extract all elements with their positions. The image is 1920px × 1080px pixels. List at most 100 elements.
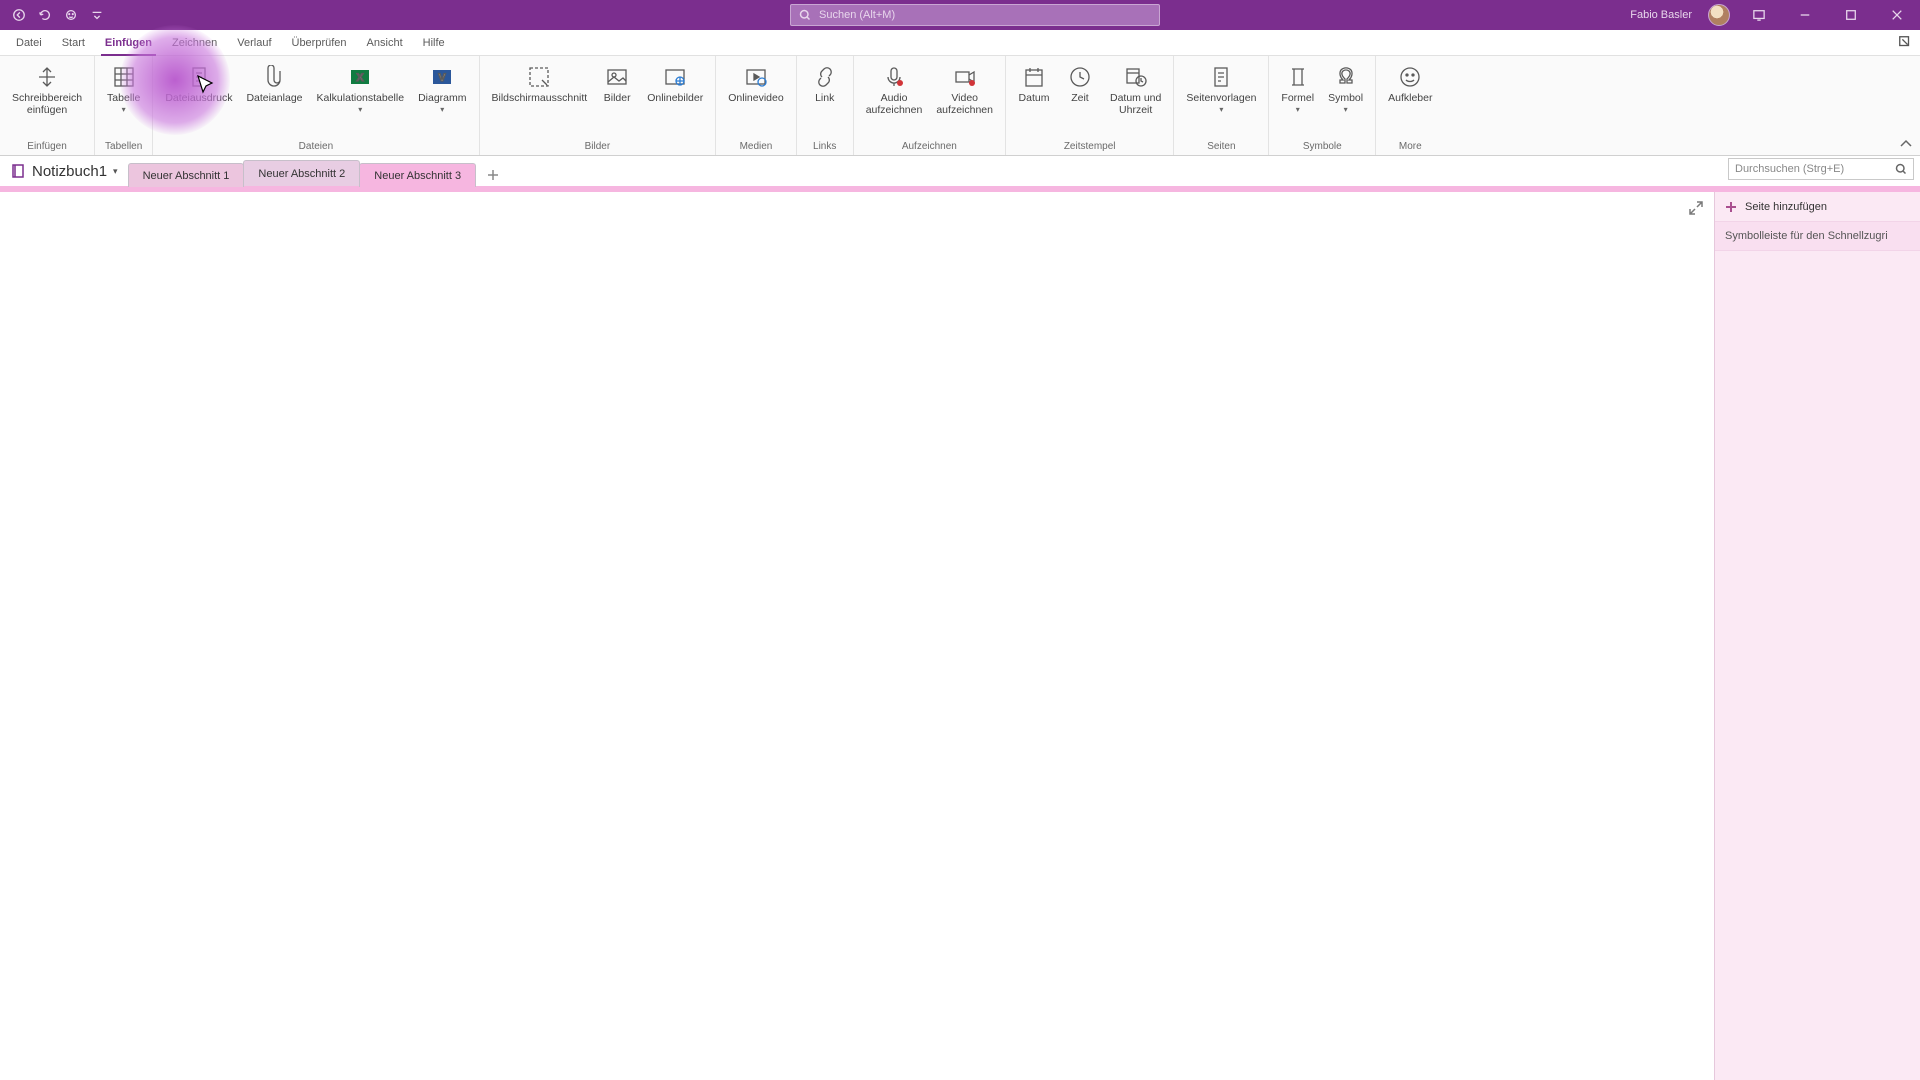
- svg-text:V: V: [439, 72, 447, 84]
- section-bar: Notizbuch1 ▾ Neuer Abschnitt 1 Neuer Abs…: [0, 156, 1920, 186]
- chevron-down-icon: ▾: [1296, 105, 1300, 114]
- group-tabellen: Tabelle ▾ Tabellen: [95, 56, 153, 155]
- video-record-icon: [952, 64, 978, 90]
- main-area: Seite hinzufügen Symbolleiste für den Sc…: [0, 192, 1920, 1080]
- btn-zeit[interactable]: Zeit: [1058, 60, 1102, 104]
- group-einfuegen: Schreibbereich einfügen Einfügen: [0, 56, 95, 155]
- notebook-icon: [10, 163, 26, 179]
- chevron-down-icon: ▾: [440, 105, 444, 114]
- expand-icon[interactable]: [1688, 200, 1704, 216]
- page-item[interactable]: Symbolleiste für den Schnellzugri: [1715, 222, 1920, 251]
- chevron-down-icon: ▾: [1219, 105, 1223, 114]
- chevron-down-icon: ▾: [113, 166, 118, 177]
- btn-bilder[interactable]: Bilder: [595, 60, 639, 104]
- ribbon: Schreibbereich einfügen Einfügen Tabelle…: [0, 56, 1920, 156]
- file-printout-icon: [186, 64, 212, 90]
- user-avatar[interactable]: [1708, 4, 1730, 26]
- btn-video-aufzeichnen[interactable]: Video aufzeichnen: [930, 60, 999, 116]
- group-zeitstempel: Datum Zeit Datum und Uhrzeit Zeitstempel: [1006, 56, 1174, 155]
- btn-tabelle[interactable]: Tabelle ▾: [101, 60, 146, 114]
- plus-icon: [1725, 201, 1737, 213]
- btn-formel[interactable]: Formel ▾: [1275, 60, 1320, 114]
- page-list-panel: Seite hinzufügen Symbolleiste für den Sc…: [1714, 192, 1920, 1080]
- tab-start[interactable]: Start: [52, 30, 95, 56]
- tab-verlauf[interactable]: Verlauf: [227, 30, 281, 56]
- search-placeholder: Suchen (Alt+M): [819, 9, 895, 21]
- search-icon: [799, 9, 811, 21]
- picture-icon: [604, 64, 630, 90]
- title-right-controls: Fabio Basler: [1630, 0, 1920, 30]
- sticker-icon: [1397, 64, 1423, 90]
- collapse-ribbon-icon[interactable]: [1898, 136, 1914, 152]
- page-canvas[interactable]: [0, 192, 1714, 1080]
- section-tab-1[interactable]: Neuer Abschnitt 1: [128, 163, 245, 187]
- tab-ueberpruefen[interactable]: Überprüfen: [282, 30, 357, 56]
- insert-space-icon: [34, 64, 60, 90]
- btn-onlinebilder[interactable]: Onlinebilder: [641, 60, 709, 104]
- section-tab-2[interactable]: Neuer Abschnitt 2: [243, 160, 360, 186]
- undo-icon[interactable]: [36, 6, 54, 24]
- btn-seitenvorlagen[interactable]: Seitenvorlagen ▾: [1180, 60, 1262, 114]
- page-template-icon: [1208, 64, 1234, 90]
- chevron-down-icon: ▾: [122, 105, 126, 114]
- touch-icon[interactable]: [62, 6, 80, 24]
- group-bilder: Bildschirmausschnitt Bilder Onlinebilder…: [480, 56, 717, 155]
- add-section-button[interactable]: [481, 164, 505, 186]
- calendar-clock-icon: [1123, 64, 1149, 90]
- notebook-selector[interactable]: Notizbuch1 ▾: [0, 156, 128, 186]
- group-medien: Onlinevideo Medien: [716, 56, 796, 155]
- menu-tabs: Datei Start Einfügen Zeichnen Verlauf Üb…: [0, 30, 1920, 56]
- group-symbole: Formel ▾ Symbol ▾ Symbole: [1269, 56, 1376, 155]
- btn-dateiausdruck[interactable]: Dateiausdruck: [159, 60, 238, 104]
- global-search[interactable]: Suchen (Alt+M): [790, 4, 1160, 26]
- tab-zeichnen[interactable]: Zeichnen: [162, 30, 227, 56]
- add-page-button[interactable]: Seite hinzufügen: [1715, 192, 1920, 222]
- spreadsheet-icon: X: [347, 64, 373, 90]
- btn-datum[interactable]: Datum: [1012, 60, 1056, 104]
- chevron-down-icon: ▾: [358, 105, 362, 114]
- btn-symbol[interactable]: Symbol ▾: [1322, 60, 1369, 114]
- tab-datei[interactable]: Datei: [6, 30, 52, 56]
- window-present-icon[interactable]: [1742, 0, 1776, 30]
- btn-dateianlage[interactable]: Dateianlage: [240, 60, 308, 104]
- search-icon: [1895, 163, 1907, 175]
- table-icon: [111, 64, 137, 90]
- section-tab-3[interactable]: Neuer Abschnitt 3: [359, 163, 476, 187]
- maximize-button[interactable]: [1834, 0, 1868, 30]
- minimize-button[interactable]: [1788, 0, 1822, 30]
- btn-onlinevideo[interactable]: Onlinevideo: [722, 60, 789, 104]
- btn-aufkleber[interactable]: Aufkleber: [1382, 60, 1438, 104]
- user-name[interactable]: Fabio Basler: [1630, 9, 1692, 21]
- title-bar: Symbolleiste für den Schnellzugriff - On…: [0, 0, 1920, 30]
- clock-icon: [1067, 64, 1093, 90]
- quick-access-toolbar: [0, 6, 116, 24]
- visio-icon: V: [429, 64, 455, 90]
- btn-audio-aufzeichnen[interactable]: Audio aufzeichnen: [860, 60, 929, 116]
- group-links: Link Links: [797, 56, 854, 155]
- tab-ansicht[interactable]: Ansicht: [357, 30, 413, 56]
- btn-bildschirmausschnitt[interactable]: Bildschirmausschnitt: [486, 60, 594, 104]
- page-search[interactable]: Durchsuchen (Strg+E): [1728, 158, 1914, 180]
- attachment-icon: [261, 64, 287, 90]
- btn-diagramm[interactable]: V Diagramm ▾: [412, 60, 472, 114]
- share-icon[interactable]: [1896, 33, 1914, 51]
- btn-datum-uhrzeit[interactable]: Datum und Uhrzeit: [1104, 60, 1167, 116]
- svg-text:X: X: [357, 72, 365, 84]
- tab-einfuegen[interactable]: Einfügen: [95, 30, 162, 56]
- group-more: Aufkleber More: [1376, 56, 1444, 155]
- qat-dropdown-icon[interactable]: [88, 6, 106, 24]
- calendar-icon: [1021, 64, 1047, 90]
- tab-hilfe[interactable]: Hilfe: [413, 30, 455, 56]
- close-button[interactable]: [1880, 0, 1914, 30]
- group-aufzeichnen: Audio aufzeichnen Video aufzeichnen Aufz…: [854, 56, 1006, 155]
- group-seiten: Seitenvorlagen ▾ Seiten: [1174, 56, 1269, 155]
- online-picture-icon: [662, 64, 688, 90]
- btn-schreibbereich[interactable]: Schreibbereich einfügen: [6, 60, 88, 116]
- group-dateien: Dateiausdruck Dateianlage X Kalkulations…: [153, 56, 479, 155]
- link-icon: [812, 64, 838, 90]
- back-icon[interactable]: [10, 6, 28, 24]
- audio-record-icon: [881, 64, 907, 90]
- btn-kalkulation[interactable]: X Kalkulationstabelle ▾: [311, 60, 411, 114]
- btn-link[interactable]: Link: [803, 60, 847, 104]
- equation-icon: [1285, 64, 1311, 90]
